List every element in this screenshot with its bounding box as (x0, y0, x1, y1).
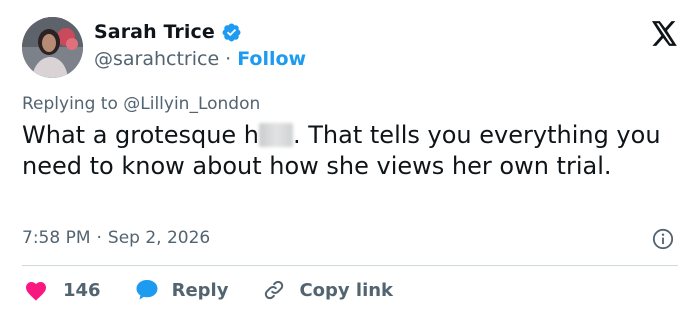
author-name-row: Sarah Trice (94, 21, 242, 43)
x-logo-icon[interactable] (651, 21, 678, 46)
avatar-image (22, 17, 83, 78)
like-count: 146 (63, 279, 101, 301)
action-bar: 146 Reply Copy link (24, 278, 393, 302)
copy-link-label: Copy link (299, 279, 394, 301)
reply-context-prefix: Replying to (22, 94, 118, 114)
reply-label: Reply (171, 279, 229, 301)
verified-badge-icon (221, 22, 242, 43)
redacted-word (259, 123, 294, 147)
reply-button[interactable]: Reply (135, 279, 229, 301)
info-icon[interactable] (652, 228, 674, 250)
tweet-date[interactable]: Sep 2, 2026 (108, 228, 210, 248)
follow-button[interactable]: Follow (237, 48, 306, 70)
speech-bubble-icon (135, 279, 159, 301)
heart-icon (24, 279, 48, 301)
tweet-meta: 7:58 PM · Sep 2, 2026 (22, 228, 210, 248)
tweet-time[interactable]: 7:58 PM (22, 228, 91, 248)
reply-mention-link[interactable]: @Lillyin_London (123, 94, 260, 114)
separator: · (225, 48, 232, 70)
author-name[interactable]: Sarah Trice (94, 21, 215, 43)
reply-context: Replying to @Lillyin_London (22, 94, 260, 114)
tweet-card: Sarah Trice @sarahctrice · Follow Replyi… (0, 0, 700, 318)
tweet-text: What a grotesque h. That tells you every… (22, 120, 682, 182)
like-button[interactable]: 146 (24, 279, 101, 301)
divider (22, 265, 678, 266)
avatar[interactable] (22, 17, 83, 78)
copy-link-button[interactable]: Copy link (262, 278, 393, 302)
author-handle-row: @sarahctrice · Follow (94, 48, 306, 70)
link-icon (262, 278, 286, 302)
author-handle[interactable]: @sarahctrice (94, 48, 219, 70)
tweet-text-start: What a grotesque h (22, 121, 260, 149)
meta-separator: · (96, 228, 102, 248)
